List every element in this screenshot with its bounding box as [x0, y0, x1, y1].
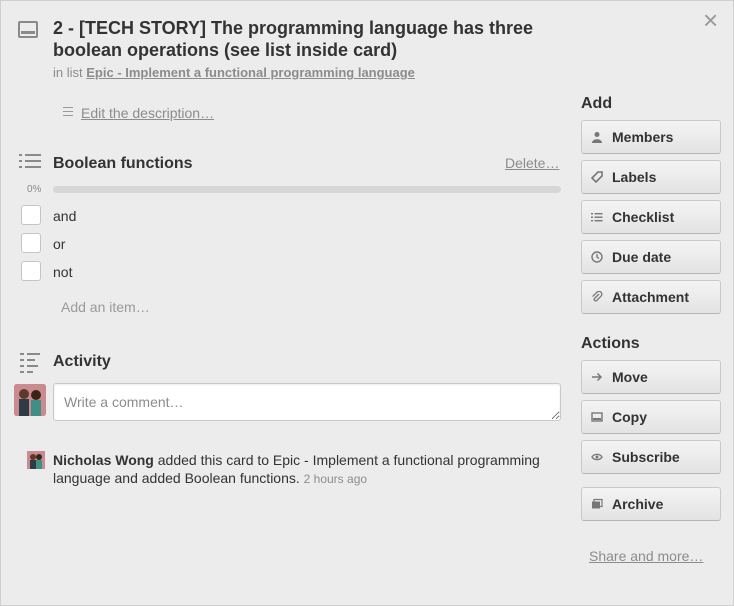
actions-section-title: Actions [581, 335, 640, 352]
due-date-label: Due date [612, 249, 672, 265]
card-icon [18, 21, 38, 38]
card-icon [590, 410, 604, 424]
attachment-button[interactable]: Attachment [581, 280, 721, 314]
person-icon [590, 130, 604, 144]
checklist-checkbox-not[interactable] [21, 261, 41, 281]
avatar[interactable] [14, 384, 46, 416]
attachment-label: Attachment [612, 289, 690, 305]
paperclip-icon [590, 290, 604, 304]
members-label: Members [612, 129, 674, 145]
archive-label: Archive [612, 496, 664, 512]
log-time[interactable]: 2 hours ago [304, 472, 367, 486]
checklist-item-or[interactable]: or [53, 236, 65, 252]
tag-icon [590, 170, 604, 184]
log-user[interactable]: Nicholas Wong [53, 452, 154, 468]
move-button[interactable]: Move [581, 360, 721, 394]
activity-log-entry: Nicholas Wong added this card to Epic - … [53, 451, 553, 488]
copy-button[interactable]: Copy [581, 400, 721, 434]
checklist-checkbox-and[interactable] [21, 205, 41, 225]
labels-button[interactable]: Labels [581, 160, 721, 194]
comment-input[interactable] [53, 383, 561, 421]
checklist-title[interactable]: Boolean functions [53, 155, 193, 173]
card-title[interactable]: 2 - [TECH STORY] The programming languag… [53, 17, 573, 61]
copy-label: Copy [612, 409, 647, 425]
delete-checklist-link[interactable]: Delete… [505, 155, 559, 171]
checklist-progress-bar [53, 186, 561, 193]
add-section-title: Add [581, 95, 613, 112]
checklist-icon [19, 154, 41, 172]
activity-title: Activity [53, 353, 111, 370]
checklist-item-not[interactable]: not [53, 264, 72, 280]
list-link[interactable]: Epic - Implement a functional programmin… [86, 65, 415, 80]
checklist-progress-label: 0% [27, 184, 42, 195]
checklist-icon [590, 210, 604, 224]
add-checklist-item[interactable]: Add an item… [61, 299, 150, 315]
archive-button[interactable]: Archive [581, 487, 721, 521]
subscribe-button[interactable]: Subscribe [581, 440, 721, 474]
archive-icon [590, 497, 604, 511]
log-avatar[interactable] [27, 451, 45, 469]
labels-label: Labels [612, 169, 657, 185]
checklist-button[interactable]: Checklist [581, 200, 721, 234]
description-icon [63, 107, 73, 119]
due-date-button[interactable]: Due date [581, 240, 721, 274]
activity-icon [20, 353, 40, 377]
close-icon[interactable]: × [703, 7, 718, 33]
checklist-label: Checklist [612, 209, 675, 225]
eye-icon [590, 450, 604, 464]
edit-description-link[interactable]: Edit the description… [81, 105, 214, 121]
checklist-checkbox-or[interactable] [21, 233, 41, 253]
subscribe-label: Subscribe [612, 449, 680, 465]
arrow-right-icon [590, 370, 604, 384]
share-and-more-link[interactable]: Share and more… [589, 548, 703, 564]
checklist-item-and[interactable]: and [53, 208, 76, 224]
card-detail-modal: 2 - [TECH STORY] The programming languag… [0, 0, 734, 606]
in-list-prefix: in list [53, 65, 83, 80]
move-label: Move [612, 369, 648, 385]
in-list-text: in list Epic - Implement a functional pr… [53, 65, 415, 80]
members-button[interactable]: Members [581, 120, 721, 154]
clock-icon [590, 250, 604, 264]
